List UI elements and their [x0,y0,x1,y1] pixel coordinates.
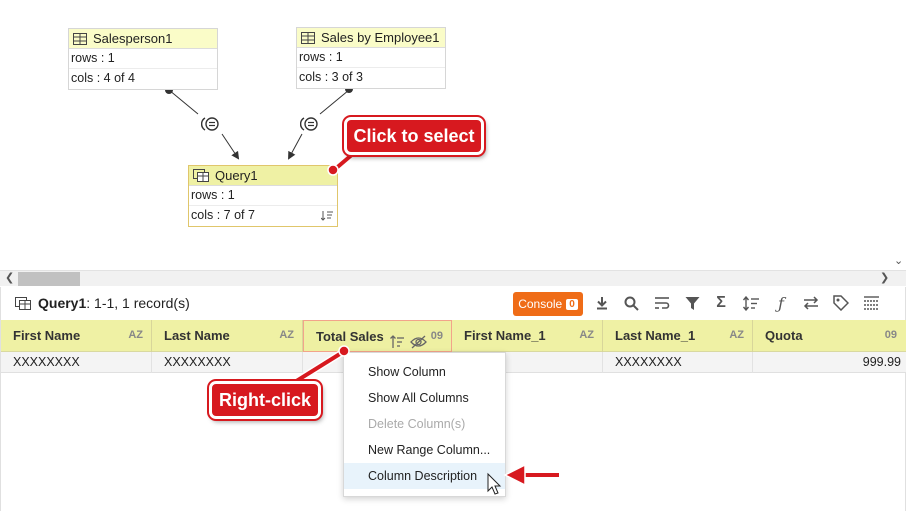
scroll-right-icon[interactable]: ❯ [880,271,889,285]
menu-item-new-range-column[interactable]: New Range Column... [344,437,505,463]
console-button[interactable]: Console 0 [513,292,583,316]
join-icon[interactable] [300,116,320,132]
node-header[interactable]: Sales by Employee1 [297,28,445,48]
type-badge: AZ [128,329,143,341]
node-cols: cols : 4 of 4 [69,68,217,87]
columns-icon[interactable] [861,294,881,312]
menu-item-column-description[interactable]: Column Description [344,463,505,489]
menu-item-show-column[interactable]: Show Column [344,359,505,385]
grid-cell[interactable]: XXXXXXXX [603,352,753,373]
node-cols: cols : 7 of 7 [189,205,337,224]
canvas-vertical-scrollbar[interactable]: ⌄ [892,0,906,270]
results-toolbar: Query1 : 1-1, 1 record(s) Console 0 Σ ƒ [1,287,906,320]
type-badge: 09 [884,329,897,341]
type-badge: AZ [579,329,594,341]
column-header-first-name-1[interactable]: First Name_1 AZ [452,320,603,352]
table-node-salesperson[interactable]: Salesperson1 rows : 1 cols : 4 of 4 [68,28,218,90]
tag-icon[interactable] [831,294,851,312]
menu-item-show-all-columns[interactable]: Show All Columns [344,385,505,411]
node-rows: rows : 1 [71,51,115,65]
type-badge: AZ [729,329,744,341]
table-icon [73,32,87,45]
canvas-horizontal-scrollbar[interactable]: ❮ ❯ [0,270,906,286]
node-header[interactable]: Query1 [189,166,337,186]
scroll-left-icon[interactable]: ❮ [5,271,14,285]
query-node[interactable]: Query1 rows : 1 cols : 7 of 7 [188,165,338,227]
table-node-sales-by-employee[interactable]: Sales by Employee1 rows : 1 cols : 3 of … [296,27,446,89]
column-header-quota[interactable]: Quota 09 [753,320,905,352]
column-context-menu: Show Column Show All Columns Delete Colu… [343,352,506,497]
grid-header: First Name AZ Last Name AZ Total Sales 0… [1,320,906,352]
node-rows: rows : 1 [299,50,343,64]
column-header-last-name-1[interactable]: Last Name_1 AZ [603,320,753,352]
node-title: Sales by Employee1 [321,30,440,45]
scroll-down-icon[interactable]: ⌄ [894,254,903,268]
swap-icon[interactable] [801,294,821,312]
node-rows: rows : 1 [191,188,235,202]
menu-item-delete-columns: Delete Column(s) [368,417,466,431]
node-header[interactable]: Salesperson1 [69,29,217,49]
scrollbar-thumb[interactable] [18,272,80,286]
column-header-last-name[interactable]: Last Name AZ [152,320,303,352]
sort-icon[interactable] [321,210,333,221]
sigma-icon[interactable]: Σ [711,294,731,312]
filter-icon[interactable] [682,294,702,312]
results-title: Query1 : 1-1, 1 record(s) [15,295,190,311]
callout-click-to-select: Click to select [344,117,484,155]
sort-icon[interactable] [741,294,761,312]
search-icon[interactable] [621,294,641,312]
wrap-icon[interactable] [652,294,672,312]
table-icon [301,31,315,44]
grid-cell[interactable]: XXXXXXXX [1,352,152,373]
query-table-icon [15,296,31,310]
node-title: Salesperson1 [93,31,173,46]
grid-cell[interactable]: 999.99 [753,352,905,373]
download-icon[interactable] [592,294,612,312]
column-header-first-name[interactable]: First Name AZ [1,320,152,352]
column-header-total-sales[interactable]: Total Sales 09 [303,320,452,352]
function-icon[interactable]: ƒ [771,294,791,313]
join-icon[interactable] [201,116,221,132]
query-table-icon [193,169,209,182]
console-count-badge: 0 [566,298,578,310]
node-title: Query1 [215,168,258,183]
type-badge: AZ [279,329,294,341]
results-summary: : 1-1, 1 record(s) [86,295,190,311]
callout-right-click: Right-click [209,381,321,419]
grid-cell[interactable]: XXXXXXXX [152,352,303,373]
type-badge: 09 [430,330,443,342]
node-cols: cols : 3 of 3 [297,67,445,86]
results-query-name: Query1 [38,295,87,311]
